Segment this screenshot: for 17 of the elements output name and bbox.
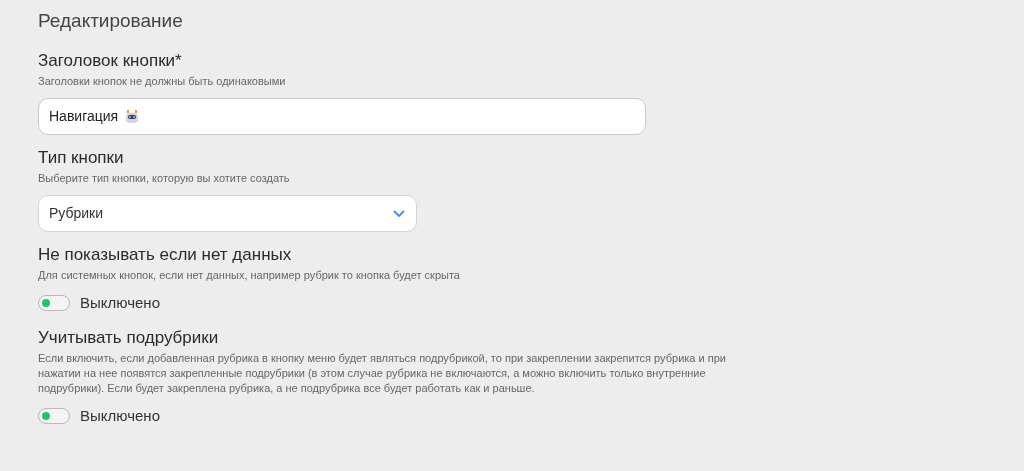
toggle-state-text: Выключено [80, 293, 160, 313]
toggle-switch[interactable] [38, 295, 70, 312]
field-hint: Заголовки кнопок не должны быть одинаковыми [38, 74, 287, 89]
field-hint: Выберите тип кнопки, которую вы хотите создать [38, 171, 291, 186]
field-hint: Для системных кнопок, если нет данных, например рубрик то кнопка будет скрыта [38, 268, 461, 283]
dropdown[interactable]: Рубрики [38, 195, 417, 232]
field-hint: Если включить, если добавленная рубрика в кнопку меню будет являться подрубрикой, то при закреплении закрепится рубрика и при нажатии на нее появятся закрепленные подрубрики (в этом случае рубрика не включаются, а можно включить только внутренние подрубрики). Если будет закреплена рубрика, а не подрубрика все будет работать как и раньше. [38, 350, 727, 396]
field-label: Тип кнопки [38, 147, 125, 169]
field-label: Не показывать если нет данных [38, 244, 293, 266]
field-label: Учитывать подрубрики [38, 326, 220, 349]
text-input[interactable]: Навигация [38, 98, 646, 135]
field-label: Заголовок кнопки* [38, 50, 183, 72]
chevron-down-icon [392, 208, 406, 219]
toggle-state-text: Выключено [80, 405, 160, 426]
robot-icon [124, 108, 141, 125]
toggle-switch[interactable] [38, 407, 70, 424]
page-title: Редактирование [38, 9, 184, 33]
